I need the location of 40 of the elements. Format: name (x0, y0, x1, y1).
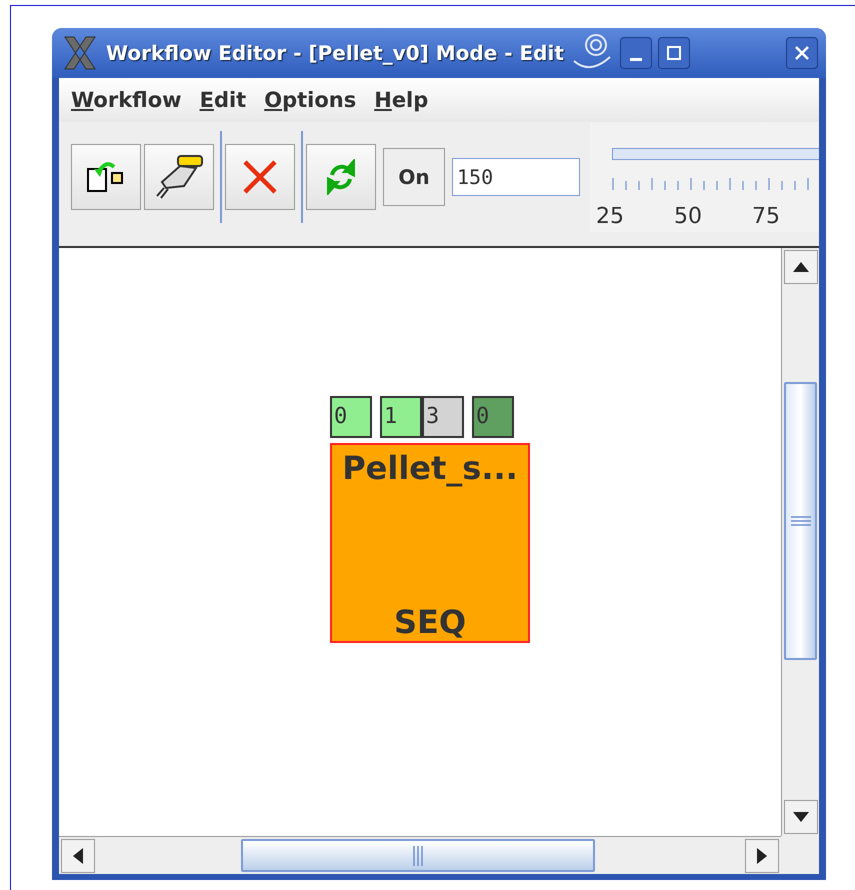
tick-label: 50 (674, 204, 702, 229)
scroll-up-button[interactable] (784, 250, 818, 284)
workflow-node[interactable]: Pellet_s... SEQ (330, 443, 530, 643)
window-title: Workflow Editor - [Pellet_v0] Mode - Edit (106, 41, 564, 65)
menu-item[interactable]: Help (370, 86, 432, 114)
node-type: SEQ (394, 603, 466, 641)
close-icon (794, 45, 810, 61)
zoom-field[interactable]: 150 (452, 158, 580, 196)
refresh-button[interactable] (306, 144, 376, 210)
menu-item[interactable]: Options (260, 86, 360, 114)
close-button[interactable] (786, 37, 818, 69)
port[interactable]: 3 (422, 396, 464, 438)
tick-label: 75 (752, 204, 780, 229)
scroll-down-button[interactable] (784, 800, 818, 834)
right-arrow-icon (757, 848, 767, 864)
node-title: Pellet_s... (342, 449, 518, 487)
horizontal-scroll-thumb[interactable] (241, 839, 595, 872)
minimize-button[interactable] (620, 37, 652, 69)
refresh-icon (326, 159, 356, 195)
left-arrow-icon (73, 848, 83, 864)
maximize-button[interactable] (658, 37, 690, 69)
plug-icon (154, 154, 204, 200)
slider-track[interactable] (612, 148, 819, 160)
down-arrow-icon (793, 812, 809, 822)
maximize-icon (666, 45, 682, 61)
port[interactable]: 0 (472, 396, 514, 438)
tick-label: 25 (596, 204, 624, 229)
port[interactable]: 0 (330, 396, 372, 438)
up-arrow-icon (793, 262, 809, 272)
scroll-right-button[interactable] (745, 839, 779, 873)
scroll-left-button[interactable] (61, 839, 95, 873)
plug-button[interactable] (144, 144, 214, 210)
vertical-scroll-thumb[interactable] (784, 382, 817, 660)
menu-item[interactable]: Workflow (67, 86, 186, 114)
port[interactable]: 1 (380, 396, 422, 438)
minimize-icon (630, 58, 642, 60)
toggle-button[interactable]: On (383, 148, 445, 206)
menu-item[interactable]: Edit (196, 86, 250, 114)
import-button[interactable] (71, 144, 141, 210)
delete-button[interactable] (225, 144, 295, 210)
